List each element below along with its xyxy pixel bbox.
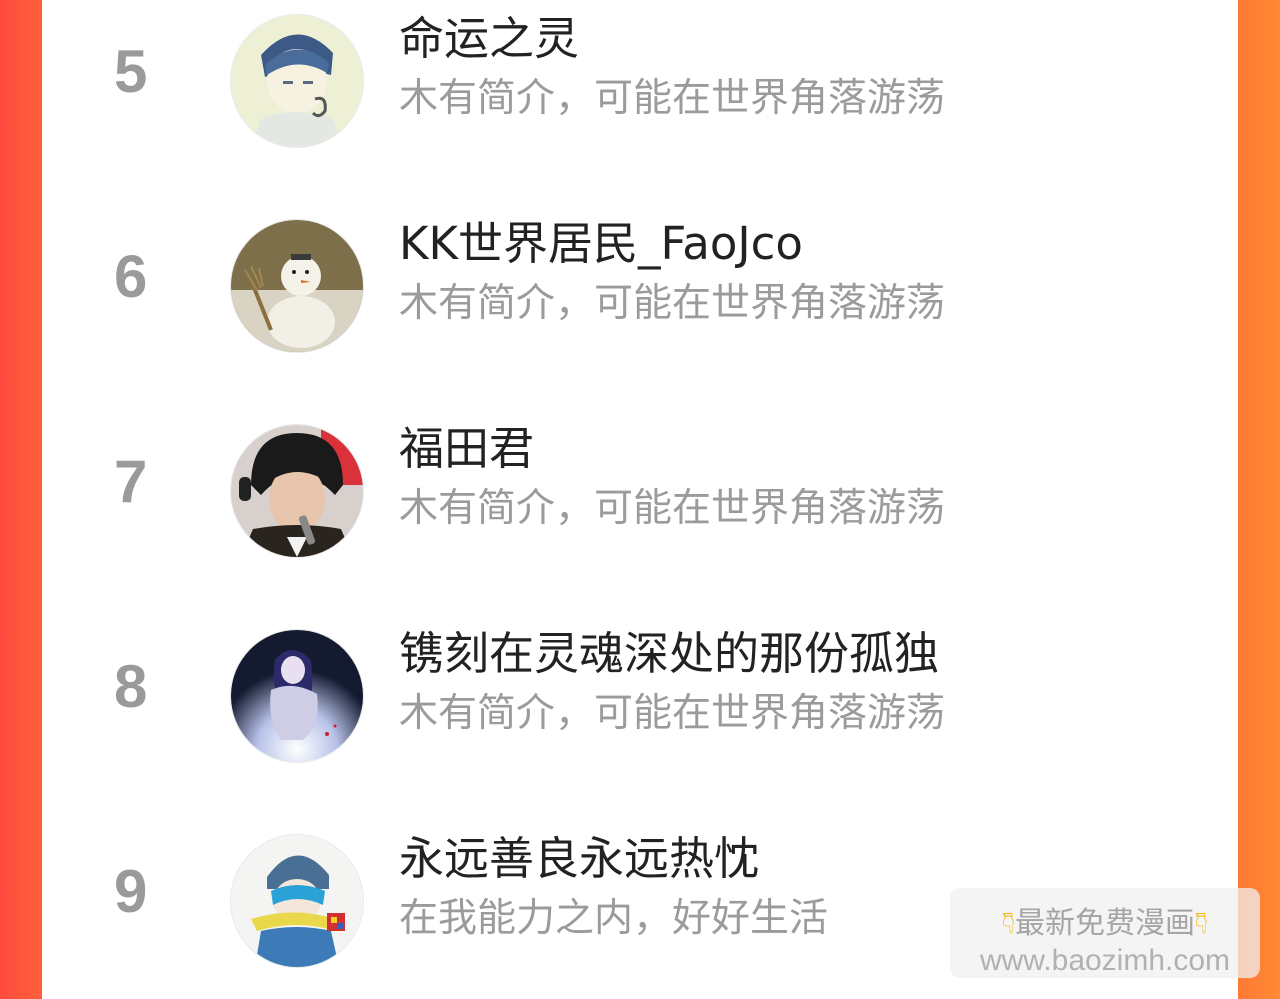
user-bio: 木有简介，可能在世界角落游荡 (399, 281, 946, 326)
watermark-title: 最新免费漫画 (1015, 906, 1195, 941)
list-item[interactable]: 5 命运之灵 木有简介，可能在世界角落游荡 (42, 0, 1238, 160)
rank-number: 9 (114, 858, 148, 925)
site-watermark: 👇︎最新免费漫画👇︎ www.baozimh.com (950, 888, 1260, 978)
rank-number: 5 (114, 38, 148, 105)
list-item[interactable]: 8 镌刻在灵魂深处的那份孤独 木有简介，可能在世界角落游荡 (42, 615, 1238, 775)
list-item[interactable]: 6 KK世界居民_FaoJco 木有简介，可能在世界角落游荡 (42, 205, 1238, 365)
pointing-down-hand-icon: 👇︎ (1002, 906, 1015, 941)
rank-number: 6 (114, 243, 148, 310)
list-item[interactable]: 7 福田君 木有简介，可能在世界角落游荡 (42, 410, 1238, 570)
user-bio: 在我能力之内，好好生活 (399, 896, 829, 941)
ranking-list-panel: 5 命运之灵 木有简介，可能在世界角落游荡 6 KK世界居民_FaoJco 木有… (42, 0, 1238, 999)
user-bio: 木有简介，可能在世界角落游荡 (399, 76, 946, 121)
user-name[interactable]: 永远善良永远热忱 (399, 834, 759, 884)
watermark-title-line: 👇︎最新免费漫画👇︎ (950, 898, 1260, 942)
snowman-avatar-icon[interactable] (230, 219, 364, 353)
rank-number: 8 (114, 653, 148, 720)
night-sky-girl-avatar-icon[interactable] (230, 629, 364, 763)
singer-photo-avatar-icon[interactable] (230, 424, 364, 558)
user-name[interactable]: KK世界居民_FaoJco (399, 219, 803, 269)
user-bio: 木有简介，可能在世界角落游荡 (399, 691, 946, 736)
user-name[interactable]: 福田君 (399, 424, 534, 474)
rank-number: 7 (114, 448, 148, 515)
anime-boy-avatar-icon[interactable] (230, 14, 364, 148)
pointing-down-hand-icon: 👇︎ (1195, 906, 1208, 941)
beanie-boy-avatar-icon[interactable] (230, 834, 364, 968)
user-name[interactable]: 镌刻在灵魂深处的那份孤独 (399, 629, 939, 679)
user-bio: 木有简介，可能在世界角落游荡 (399, 486, 946, 531)
user-name[interactable]: 命运之灵 (399, 14, 579, 64)
watermark-url: www.baozimh.com (979, 944, 1231, 977)
